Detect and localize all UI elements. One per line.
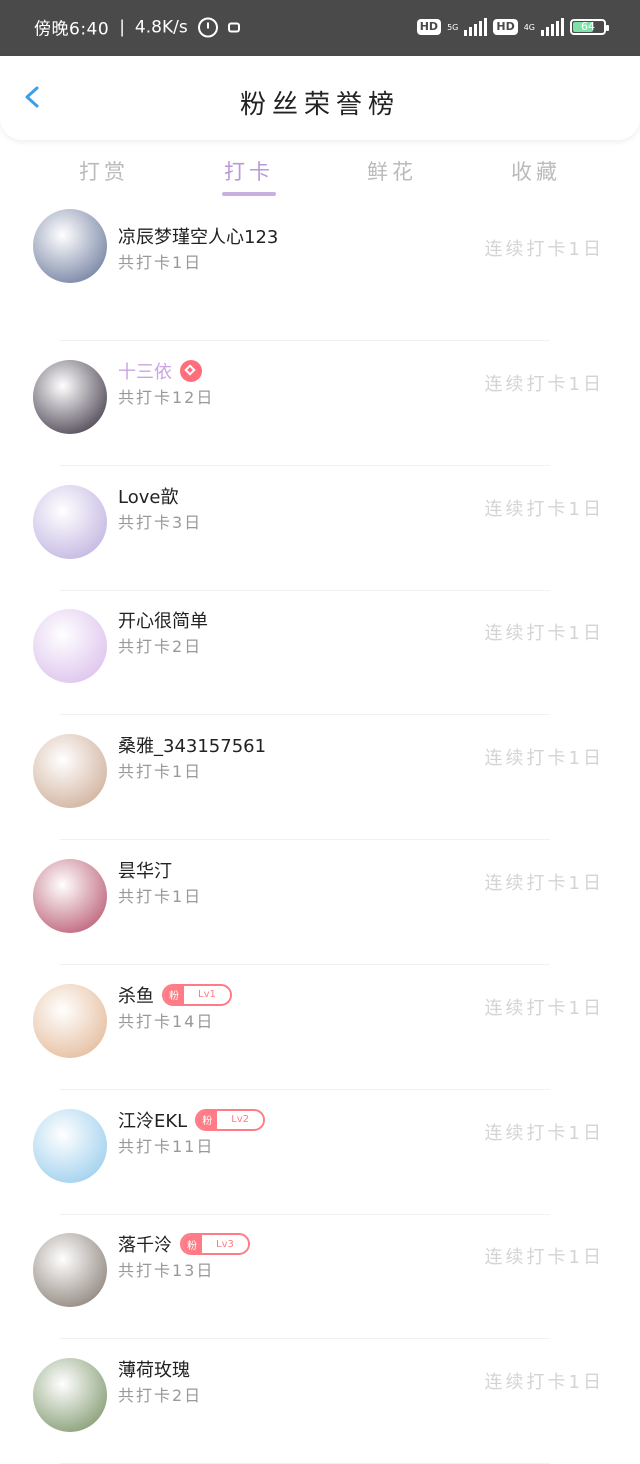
- total-checkin-days: 共打卡13日: [118, 1261, 215, 1281]
- tab-bar: 打赏 打卡 鲜花 收藏: [0, 150, 640, 200]
- list-item[interactable]: Love歆共打卡3日 连续打卡1日: [0, 467, 640, 591]
- total-checkin-days: 共打卡14日: [118, 1011, 215, 1031]
- user-name[interactable]: 江泠EKL: [118, 1107, 187, 1133]
- fan-level-badge: 粉 Lv1: [162, 983, 232, 1006]
- fan-level-badge: 粉 Lv2: [195, 1108, 266, 1131]
- user-name[interactable]: 桑雅_343157561: [118, 732, 266, 758]
- user-name[interactable]: 凉辰梦瑾空人心123: [118, 223, 278, 249]
- user-name[interactable]: 薄荷玫瑰: [118, 1356, 190, 1382]
- avatar[interactable]: [33, 1233, 107, 1308]
- user-name[interactable]: 落千泠: [118, 1231, 172, 1257]
- user-name-row: 薄荷玫瑰: [118, 1356, 190, 1382]
- user-name[interactable]: Love歆: [118, 483, 178, 509]
- list-item[interactable]: 桑雅_343157561 共打卡1日 连续打卡1日: [0, 716, 640, 841]
- user-name-row: Love歆: [118, 483, 178, 509]
- list-item[interactable]: 薄荷玫瑰共打卡2日 连续打卡1日: [0, 1340, 640, 1464]
- fan-badge-level: Lv1: [184, 989, 230, 1001]
- user-name-row: 昙华汀: [118, 857, 172, 883]
- streak-days: 连续打卡1日: [484, 1372, 604, 1394]
- avatar[interactable]: [33, 983, 107, 1058]
- network-speed: 4.8K/s: [134, 17, 188, 37]
- total-checkin-days: 共打卡1日: [118, 762, 203, 782]
- user-name-row: 开心很简单: [118, 607, 208, 633]
- avatar[interactable]: [33, 609, 107, 684]
- user-name-row: 落千泠粉 Lv3: [118, 1231, 250, 1257]
- list-item[interactable]: 十三依共打卡12日 连续打卡1日: [0, 342, 640, 466]
- list-item[interactable]: 杀鱼粉 Lv1 共打卡14日 连续打卡1日: [0, 966, 640, 1090]
- fan-badge-tag: 粉: [182, 1235, 202, 1254]
- separator: |: [119, 17, 125, 37]
- total-checkin-days: 共打卡1日: [118, 887, 203, 906]
- avatar[interactable]: [33, 734, 107, 809]
- streak-days: 连续打卡1日: [484, 748, 604, 770]
- user-name-row: 桑雅_343157561: [118, 732, 266, 758]
- user-name-row: 凉辰梦瑾空人心123: [118, 223, 278, 249]
- tab-flowers[interactable]: 鲜花: [332, 156, 452, 186]
- user-name[interactable]: 昙华汀: [118, 857, 172, 883]
- streak-days: 连续打卡1日: [484, 873, 604, 894]
- tab-checkin[interactable]: 打卡: [189, 156, 309, 186]
- tab-reward[interactable]: 打赏: [44, 156, 164, 186]
- list-item[interactable]: 凉辰梦瑾空人心123 共打卡1日 连续打卡1日: [0, 209, 640, 341]
- avatar[interactable]: [33, 1358, 107, 1433]
- list-item[interactable]: 江泠EKL 粉 Lv2 共打卡11日 连续打卡1日: [0, 1091, 640, 1215]
- user-name-row: 杀鱼粉 Lv1: [118, 982, 232, 1008]
- list-item[interactable]: 开心很简单共打卡2日 连续打卡1日: [0, 591, 640, 716]
- list-item[interactable]: 落千泠粉 Lv3 共打卡13日 连续打卡1日: [0, 1215, 640, 1340]
- hd-badge: HD: [416, 19, 442, 35]
- network-type: 5G: [447, 22, 459, 32]
- user-name-row: 十三依: [118, 358, 202, 384]
- header: 粉丝荣誉榜: [0, 56, 640, 140]
- active-tab-indicator: [222, 192, 276, 196]
- network-type: 4G: [523, 22, 535, 32]
- user-name[interactable]: 开心很简单: [118, 607, 208, 633]
- total-checkin-days: 共打卡11日: [118, 1136, 215, 1156]
- hd-badge: HD: [493, 19, 518, 35]
- page-title: 粉丝荣誉榜: [239, 90, 400, 120]
- streak-days: 连续打卡1日: [484, 239, 604, 260]
- tab-favorites[interactable]: 收藏: [476, 156, 596, 186]
- streak-days: 连续打卡1日: [484, 1247, 604, 1269]
- fan-level-badge: 粉 Lv3: [180, 1233, 250, 1256]
- avatar[interactable]: [33, 359, 107, 434]
- battery-icon: 64: [570, 19, 609, 35]
- total-checkin-days: 共打卡2日: [118, 1386, 203, 1406]
- user-name[interactable]: 十三依: [118, 358, 172, 384]
- fan-badge-tag: 粉: [164, 985, 184, 1004]
- total-checkin-days: 共打卡3日: [118, 512, 203, 532]
- user-name-row: 江泠EKL 粉 Lv2: [118, 1107, 266, 1133]
- fan-badge-tag: 粉: [197, 1110, 218, 1129]
- signal-icon: [464, 18, 488, 36]
- avatar[interactable]: [33, 1108, 107, 1183]
- total-checkin-days: 共打卡12日: [118, 387, 215, 407]
- list-item[interactable]: 昙华汀共打卡1日 连续打卡1日: [0, 841, 640, 965]
- alarm-icon: [197, 17, 218, 37]
- status-left: 傍晚6:40 | 4.8K/s: [34, 15, 240, 40]
- app-notification-icon: [227, 22, 240, 32]
- fan-badge-level: Lv3: [202, 1238, 248, 1250]
- streak-days: 连续打卡1日: [484, 623, 604, 645]
- status-right: HD 5G HD 4G 64: [416, 18, 609, 36]
- avatar[interactable]: [33, 859, 107, 933]
- avatar[interactable]: [33, 484, 107, 559]
- total-checkin-days: 共打卡1日: [118, 253, 203, 272]
- total-checkin-days: 共打卡2日: [118, 637, 203, 657]
- streak-days: 连续打卡1日: [484, 373, 604, 395]
- status-bar: 傍晚6:40 | 4.8K/s HD 5G HD 4G 64: [0, 0, 640, 56]
- avatar[interactable]: [33, 209, 107, 283]
- clock: 傍晚6:40: [34, 19, 110, 40]
- signal-icon: [541, 18, 564, 36]
- streak-days: 连续打卡1日: [484, 997, 604, 1019]
- streak-days: 连续打卡1日: [484, 1122, 604, 1144]
- fan-badge-level: Lv2: [217, 1114, 264, 1126]
- user-name[interactable]: 杀鱼: [118, 982, 154, 1008]
- diamond-icon: [180, 359, 202, 382]
- streak-days: 连续打卡1日: [484, 498, 604, 520]
